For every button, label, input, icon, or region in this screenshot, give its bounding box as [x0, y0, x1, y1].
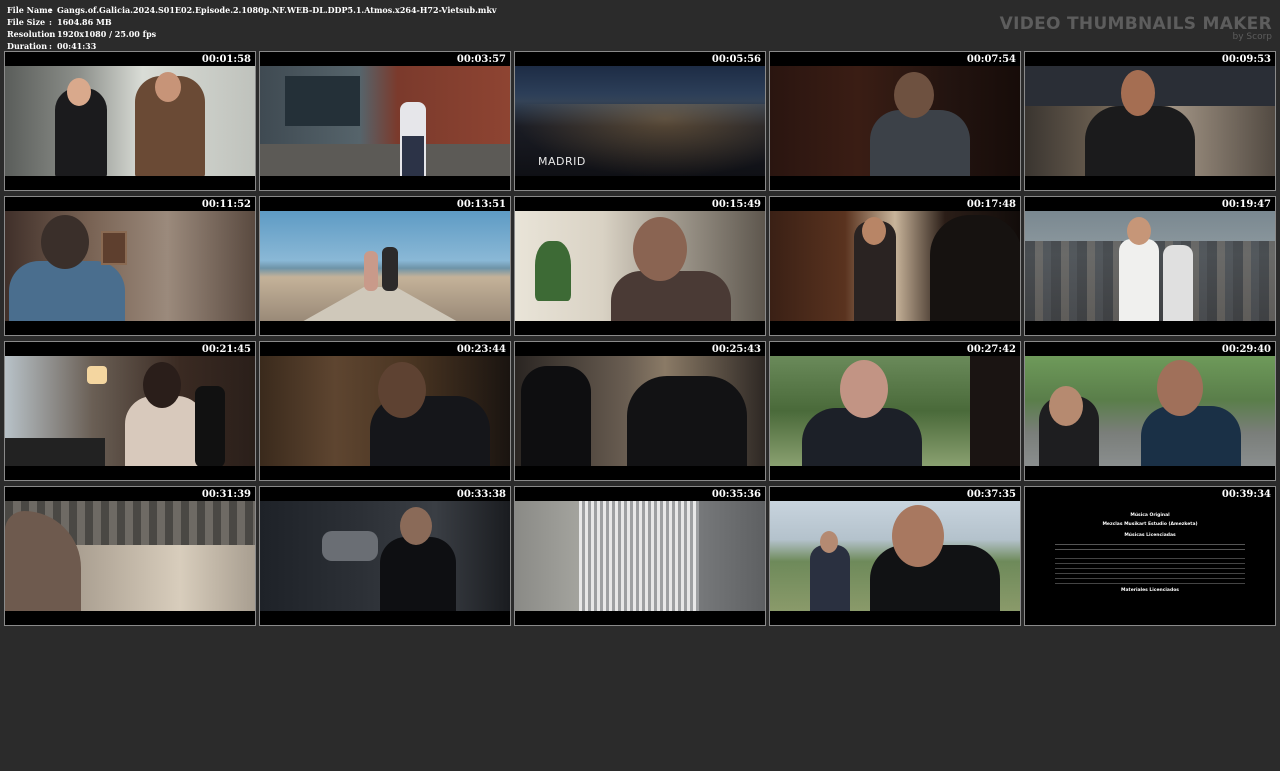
thumbnail[interactable]: 00:17:48 — [769, 196, 1021, 336]
frame-image — [260, 66, 510, 176]
separator: : — [49, 29, 52, 39]
watermark: VIDEO THUMBNAILS MAKER by Scorp — [1000, 14, 1272, 42]
frame-image — [260, 501, 510, 611]
frame-image: MADRID — [515, 66, 765, 176]
thumbnail[interactable]: MADRID 00:05:56 — [514, 51, 766, 191]
thumbnail[interactable]: 00:11:52 — [4, 196, 256, 336]
timestamp: 00:01:58 — [201, 54, 251, 65]
thumbnail[interactable]: 00:29:40 — [1024, 341, 1276, 481]
thumbnail[interactable]: 00:23:44 — [259, 341, 511, 481]
credits-heading: Músicas Licenciadas — [1124, 533, 1176, 538]
frame-image — [770, 501, 1020, 611]
file-name-value: Gangs.of.Galicia.2024.S01E02.Episode.2.1… — [57, 5, 497, 15]
frame-image — [1025, 356, 1275, 466]
thumbnail[interactable]: 00:01:58 — [4, 51, 256, 191]
thumbnail[interactable]: 00:31:39 — [4, 486, 256, 626]
timestamp: 00:23:44 — [456, 344, 506, 355]
credits-heading: Materiales Licenciados — [1121, 588, 1179, 593]
credits-frame: Música Original Mezclas Musikart Estudio… — [1025, 501, 1275, 611]
thumbnail[interactable]: 00:35:36 — [514, 486, 766, 626]
timestamp: 00:31:39 — [201, 489, 251, 500]
timestamp: 00:19:47 — [1221, 199, 1271, 210]
timestamp: 00:03:57 — [456, 54, 506, 65]
file-size-value: 1604.86 MB — [57, 17, 112, 27]
separator: : — [49, 5, 52, 15]
frame-image — [5, 66, 255, 176]
thumbnail[interactable]: 00:21:45 — [4, 341, 256, 481]
timestamp: 00:05:56 — [711, 54, 761, 65]
frame-image — [5, 501, 255, 611]
thumbnail-grid: 00:01:58 00:03:57 MADRID 00:05:56 00:07:… — [4, 51, 1276, 771]
timestamp: 00:21:45 — [201, 344, 251, 355]
frame-image — [770, 66, 1020, 176]
frame-image — [260, 211, 510, 321]
frame-image — [260, 356, 510, 466]
timestamp: 00:11:52 — [201, 199, 251, 210]
separator: : — [49, 17, 52, 27]
thumbnail[interactable]: 00:33:38 — [259, 486, 511, 626]
thumbnail[interactable]: 00:27:42 — [769, 341, 1021, 481]
timestamp: 00:17:48 — [966, 199, 1016, 210]
timestamp: 00:39:34 — [1221, 489, 1271, 500]
timestamp: 00:13:51 — [456, 199, 506, 210]
timestamp: 00:15:49 — [711, 199, 761, 210]
thumbnail[interactable]: 00:09:53 — [1024, 51, 1276, 191]
frame-image — [515, 356, 765, 466]
frame-image — [1025, 66, 1275, 176]
file-info: File Name: Gangs.of.Galicia.2024.S01E02.E… — [7, 4, 497, 52]
frame-image — [1025, 211, 1275, 321]
timestamp: 00:37:35 — [966, 489, 1016, 500]
timestamp: 00:29:40 — [1221, 344, 1271, 355]
file-size-label: File Size — [7, 17, 46, 27]
thumbnail[interactable]: 00:25:43 — [514, 341, 766, 481]
frame-image — [770, 211, 1020, 321]
frame-image — [770, 356, 1020, 466]
timestamp: 00:27:42 — [966, 344, 1016, 355]
frame-image — [5, 356, 255, 466]
frame-caption: MADRID — [538, 155, 586, 168]
frame-image — [515, 211, 765, 321]
watermark-title: VIDEO THUMBNAILS MAKER — [999, 14, 1272, 34]
frame-image — [5, 211, 255, 321]
thumbnail[interactable]: 00:13:51 — [259, 196, 511, 336]
thumbnail[interactable]: 00:15:49 — [514, 196, 766, 336]
frame-image — [515, 501, 765, 611]
timestamp: 00:33:38 — [456, 489, 506, 500]
resolution-label: Resolution — [7, 29, 56, 39]
file-name-label: File Name — [7, 5, 53, 15]
thumbnail[interactable]: 00:37:35 — [769, 486, 1021, 626]
thumbnail[interactable]: 00:19:47 — [1024, 196, 1276, 336]
timestamp: 00:25:43 — [711, 344, 761, 355]
thumbnail[interactable]: 00:07:54 — [769, 51, 1021, 191]
thumbnail[interactable]: 00:03:57 — [259, 51, 511, 191]
resolution-value: 1920x1080 / 25.00 fps — [57, 29, 157, 39]
timestamp: 00:09:53 — [1221, 54, 1271, 65]
timestamp: 00:35:36 — [711, 489, 761, 500]
timestamp: 00:07:54 — [966, 54, 1016, 65]
thumbnail[interactable]: Música Original Mezclas Musikart Estudio… — [1024, 486, 1276, 626]
